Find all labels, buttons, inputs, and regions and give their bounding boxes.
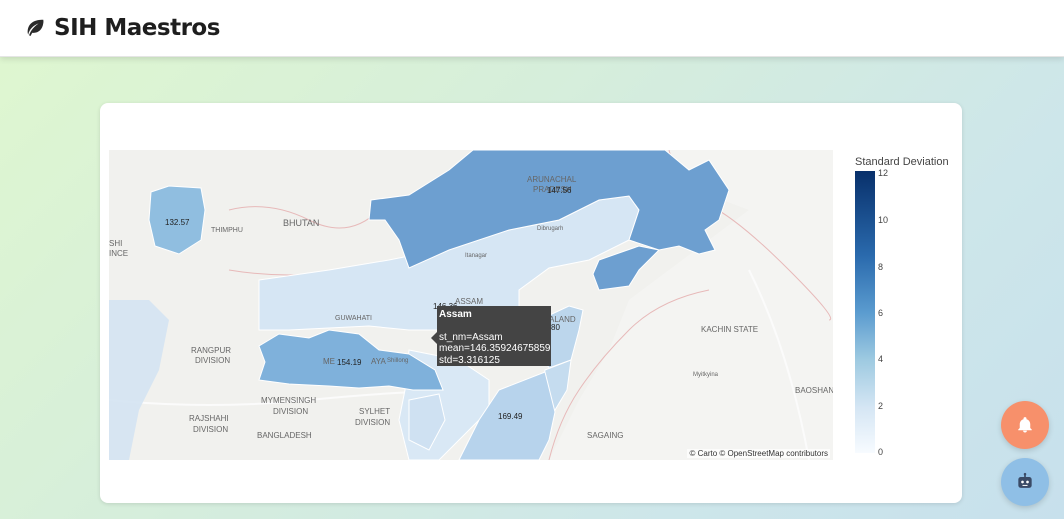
label-rangpur: RANGPUR	[191, 346, 231, 355]
map-card: ARUNACHAL PRADESH BHUTAN THIMPHU SHI INC…	[100, 103, 962, 503]
label-mymensingh-2: DIVISION	[273, 407, 308, 416]
chatbot-button[interactable]	[1001, 458, 1049, 506]
value-meghalaya: 154.19	[337, 358, 362, 367]
brand-name: SIH Maestros	[54, 15, 220, 41]
label-shillong: Shillong	[387, 358, 408, 364]
label-shi: SHI	[109, 239, 122, 248]
label-sylhet-2: DIVISION	[355, 418, 390, 427]
label-myitkyina: Myitkyina	[693, 372, 719, 378]
label-mymensingh: MYMENSINGH	[261, 396, 316, 405]
top-navbar: SIH Maestros	[0, 0, 1064, 57]
map-canvas[interactable]: ARUNACHAL PRADESH BHUTAN THIMPHU SHI INC…	[109, 150, 833, 460]
label-bhutan: BHUTAN	[283, 218, 319, 228]
tooltip-line-state: st_nm=Assam	[439, 331, 503, 343]
colorbar-tick: 10	[878, 215, 889, 225]
notifications-button[interactable]	[1001, 401, 1049, 449]
colorbar-tick: 0	[878, 447, 884, 457]
label-rajshahi-2: DIVISION	[193, 425, 228, 434]
label-sagaing: SAGAING	[587, 431, 623, 440]
label-baoshan: BAOSHAN	[795, 386, 833, 395]
colorbar	[855, 171, 875, 453]
value-sikkim: 132.57	[165, 218, 190, 227]
label-rajshahi: RAJSHAHI	[189, 414, 229, 423]
label-kachin: KACHIN STATE	[701, 325, 758, 334]
label-rangpur-2: DIVISION	[195, 356, 230, 365]
label-meghalaya-b: AYA	[371, 357, 386, 366]
colorbar-tick: 12	[878, 168, 889, 178]
label-arunachal: ARUNACHAL	[527, 175, 577, 184]
label-thimphu: THIMPHU	[211, 227, 243, 234]
brand[interactable]: SIH Maestros	[24, 15, 220, 41]
colorbar-tick: 6	[878, 308, 884, 318]
colorbar-title: Standard Deviation	[855, 156, 949, 168]
hover-tooltip: Assam st_nm=Assam mean=146.3592467585923…	[437, 306, 551, 366]
value-arunachal: 147.56	[547, 186, 572, 195]
colorbar-tick: 8	[878, 262, 884, 272]
label-sylhet: SYLHET	[359, 407, 390, 416]
label-assam: ASSAM	[455, 297, 483, 306]
colorbar-tick: 2	[878, 401, 884, 411]
label-ince: INCE	[109, 249, 128, 258]
value-nagaland: 80	[551, 323, 560, 332]
bell-icon	[1018, 417, 1032, 433]
label-meghalaya-a: ME	[323, 357, 335, 366]
map-attribution[interactable]: © Carto © OpenStreetMap contributors	[687, 449, 830, 458]
label-guwahati: GUWAHATI	[335, 315, 372, 322]
label-bangladesh: BANGLADESH	[257, 431, 312, 440]
tooltip-line-mean: mean=146.3592467585923	[439, 343, 551, 354]
label-itanagar: Itanagar	[465, 253, 487, 259]
value-mizoram: 169.49	[498, 412, 523, 421]
tooltip-line-std: std=3.316125	[439, 354, 500, 366]
leaf-icon	[27, 19, 44, 36]
label-dibrugarh: Dibrugarh	[537, 226, 563, 232]
colorbar-tick: 4	[878, 354, 884, 364]
choropleth-map[interactable]: ARUNACHAL PRADESH BHUTAN THIMPHU SHI INC…	[109, 150, 833, 460]
robot-icon	[1018, 472, 1032, 488]
tooltip-title: Assam	[439, 309, 472, 320]
